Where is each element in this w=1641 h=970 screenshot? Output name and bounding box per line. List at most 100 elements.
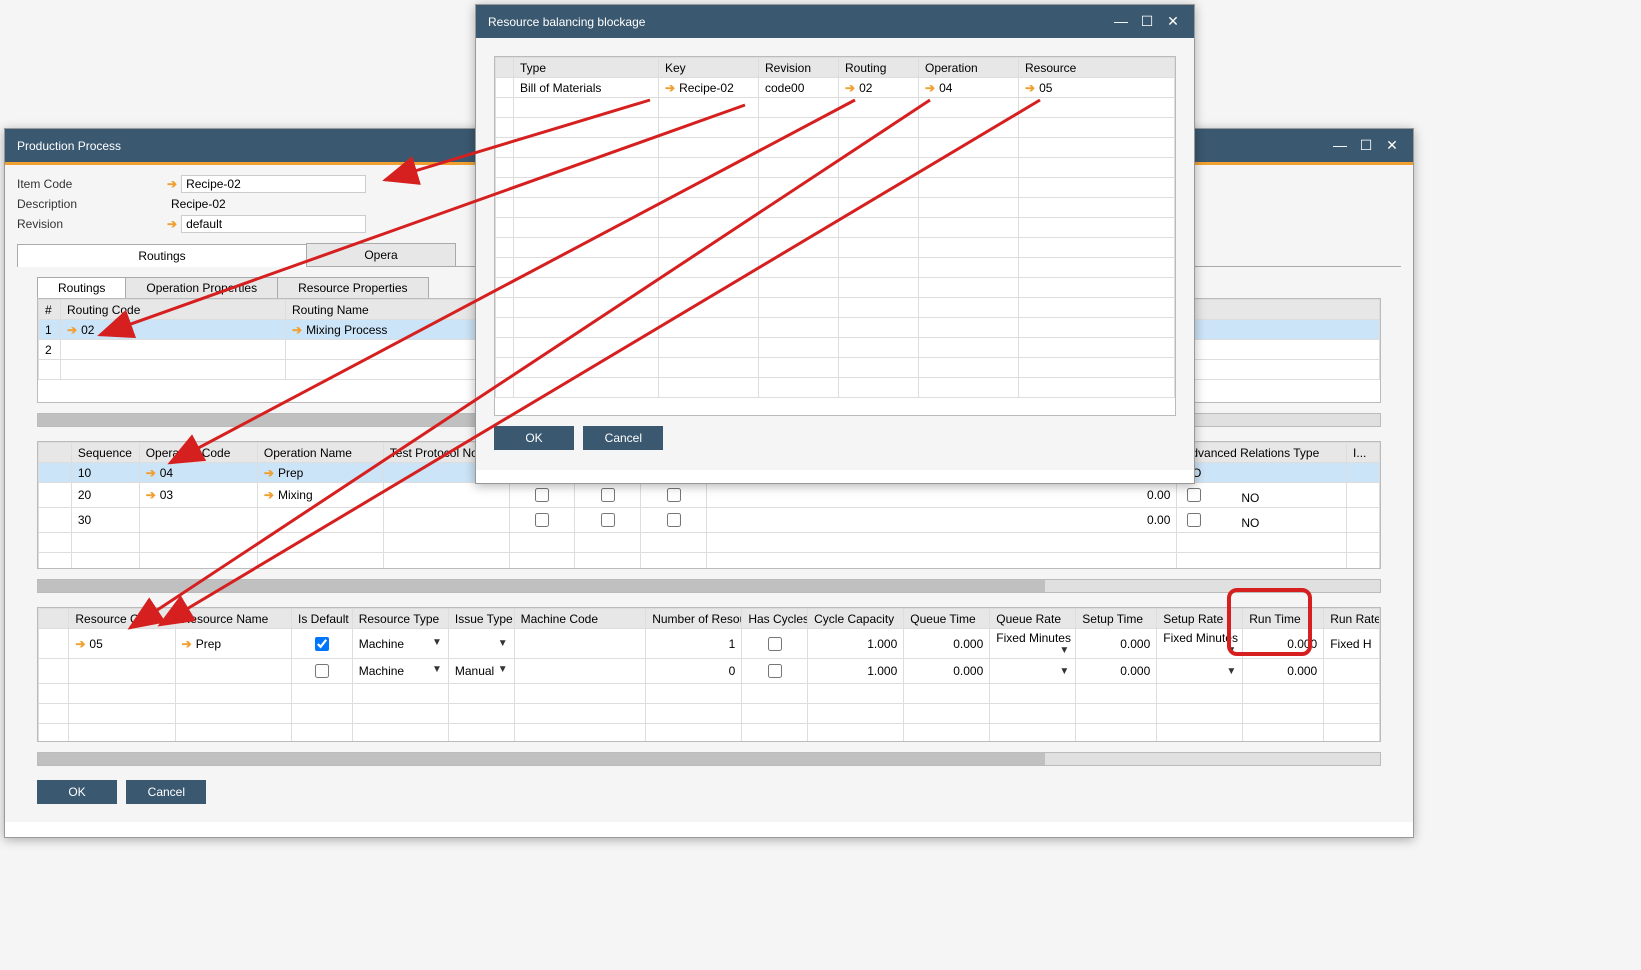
minimize-icon[interactable]: —	[1112, 13, 1130, 30]
col-operation[interactable]: Operation	[919, 58, 1019, 78]
subtab-operation-properties[interactable]: Operation Properties	[125, 277, 278, 298]
table-row[interactable]	[496, 338, 1175, 358]
table-row[interactable]	[496, 98, 1175, 118]
col-setup-time[interactable]: Setup Time	[1076, 609, 1157, 629]
table-row[interactable]	[496, 238, 1175, 258]
has-cycles-checkbox[interactable]	[768, 664, 782, 678]
table-row[interactable]	[496, 218, 1175, 238]
qc-checkbox[interactable]	[535, 513, 549, 527]
col-has-cycles[interactable]: Has Cycles	[742, 609, 808, 629]
col-sequence[interactable]: Sequence	[71, 443, 139, 463]
table-row[interactable]	[496, 298, 1175, 318]
col-resource-code[interactable]: Resource Code	[69, 609, 175, 629]
link-arrow-icon[interactable]: ➔	[925, 81, 935, 95]
table-row[interactable]	[496, 118, 1175, 138]
checkbox[interactable]	[1187, 488, 1201, 502]
close-icon[interactable]: ✕	[1383, 137, 1401, 154]
table-row[interactable]	[496, 278, 1175, 298]
close-icon[interactable]: ✕	[1164, 13, 1182, 30]
table-row[interactable]	[496, 318, 1175, 338]
link-arrow-icon[interactable]: ➔	[75, 637, 85, 651]
link-arrow-icon[interactable]: ➔	[167, 177, 177, 191]
link-arrow-icon[interactable]: ➔	[845, 81, 855, 95]
is-default-checkbox[interactable]	[315, 637, 329, 651]
table-row[interactable]: 20 ➔03 ➔Mixing 0.00 NO	[39, 483, 1380, 508]
table-row[interactable]	[496, 378, 1175, 398]
is-default-checkbox[interactable]	[315, 664, 329, 678]
dialog-ok-button[interactable]: OK	[494, 426, 574, 450]
table-row[interactable]	[39, 553, 1380, 570]
table-row[interactable]	[39, 684, 1380, 704]
tab-routings[interactable]: Routings	[17, 244, 307, 267]
table-row[interactable]	[39, 704, 1380, 724]
table-row[interactable]	[496, 158, 1175, 178]
has-cycles-checkbox[interactable]	[768, 637, 782, 651]
maximize-icon[interactable]: ☐	[1357, 137, 1375, 154]
item-code-field[interactable]	[181, 175, 366, 193]
link-arrow-icon[interactable]: ➔	[665, 81, 675, 95]
col-run-time[interactable]: Run Time	[1243, 609, 1324, 629]
scrollbar[interactable]	[37, 579, 1381, 593]
link-arrow-icon[interactable]: ➔	[67, 323, 77, 337]
table-row[interactable]: ➔05 ➔Prep Machine▼ ▼ 1 1.000 0.000 Fixed…	[39, 629, 1380, 659]
col-revision[interactable]: Revision	[759, 58, 839, 78]
col-advrel[interactable]: Advanced Relations Type	[1177, 443, 1347, 463]
subtab-resource-properties[interactable]: Resource Properties	[277, 277, 428, 298]
dialog-cancel-button[interactable]: Cancel	[583, 426, 663, 450]
table-row[interactable]	[496, 198, 1175, 218]
col-setup-rate[interactable]: Setup Rate	[1157, 609, 1243, 629]
col-num[interactable]: #	[39, 300, 61, 320]
table-row[interactable]: Machine▼ Manual▼ 0 1.000 0.000 ▼ 0.000 ▼…	[39, 659, 1380, 684]
col-run-rate[interactable]: Run Rate	[1324, 609, 1380, 629]
col-issue-type[interactable]: Issue Type	[448, 609, 514, 629]
col-key[interactable]: Key	[659, 58, 759, 78]
qc-checkbox[interactable]	[535, 488, 549, 502]
table-row[interactable]	[496, 178, 1175, 198]
link-arrow-icon[interactable]: ➔	[264, 466, 274, 480]
table-row[interactable]	[496, 358, 1175, 378]
col-routing[interactable]: Routing	[839, 58, 919, 78]
checkbox[interactable]	[601, 513, 615, 527]
col-resource-type[interactable]: Resource Type	[352, 609, 448, 629]
checkbox[interactable]	[601, 488, 615, 502]
ok-button[interactable]: OK	[37, 780, 117, 804]
table-row[interactable]	[39, 724, 1380, 743]
col-op-name[interactable]: Operation Name	[257, 443, 383, 463]
col-num-resources[interactable]: Number of Resources	[646, 609, 742, 629]
link-arrow-icon[interactable]: ➔	[167, 217, 177, 231]
col-is-default[interactable]: Is Default	[292, 609, 353, 629]
col-type[interactable]: Type	[514, 58, 659, 78]
col-i[interactable]: I...	[1347, 443, 1380, 463]
chevron-down-icon: ▼	[1059, 645, 1069, 656]
link-arrow-icon[interactable]: ➔	[264, 488, 274, 502]
col-resource-name[interactable]: Resource Name	[175, 609, 291, 629]
link-arrow-icon[interactable]: ➔	[292, 323, 302, 337]
col-machine-code[interactable]: Machine Code	[514, 609, 646, 629]
link-arrow-icon[interactable]: ➔	[146, 488, 156, 502]
scrollbar[interactable]	[37, 752, 1381, 766]
link-arrow-icon[interactable]: ➔	[1025, 81, 1035, 95]
table-row[interactable]	[496, 138, 1175, 158]
col-routing-code[interactable]: Routing Code	[61, 300, 286, 320]
checkbox[interactable]	[1187, 513, 1201, 527]
subtab-routings[interactable]: Routings	[37, 277, 126, 298]
link-arrow-icon[interactable]: ➔	[182, 637, 192, 651]
dialog-grid: Type Key Revision Routing Operation Reso…	[494, 56, 1176, 416]
table-row[interactable]: Bill of Materials ➔Recipe-02 code00 ➔02 …	[496, 78, 1175, 98]
table-row[interactable]	[496, 258, 1175, 278]
revision-field[interactable]	[181, 215, 366, 233]
maximize-icon[interactable]: ☐	[1138, 13, 1156, 30]
col-cycle-capacity[interactable]: Cycle Capacity	[808, 609, 904, 629]
col-queue-rate[interactable]: Queue Rate	[990, 609, 1076, 629]
cancel-button[interactable]: Cancel	[126, 780, 206, 804]
col-queue-time[interactable]: Queue Time	[904, 609, 990, 629]
checkbox[interactable]	[667, 513, 681, 527]
link-arrow-icon[interactable]: ➔	[146, 466, 156, 480]
table-row[interactable]	[39, 533, 1380, 553]
table-row[interactable]: 30 0.00 NO	[39, 508, 1380, 533]
checkbox[interactable]	[667, 488, 681, 502]
col-resource[interactable]: Resource	[1019, 58, 1175, 78]
minimize-icon[interactable]: —	[1331, 137, 1349, 154]
col-op-code[interactable]: Operation Code	[139, 443, 257, 463]
tab-operations[interactable]: Opera	[306, 243, 456, 266]
